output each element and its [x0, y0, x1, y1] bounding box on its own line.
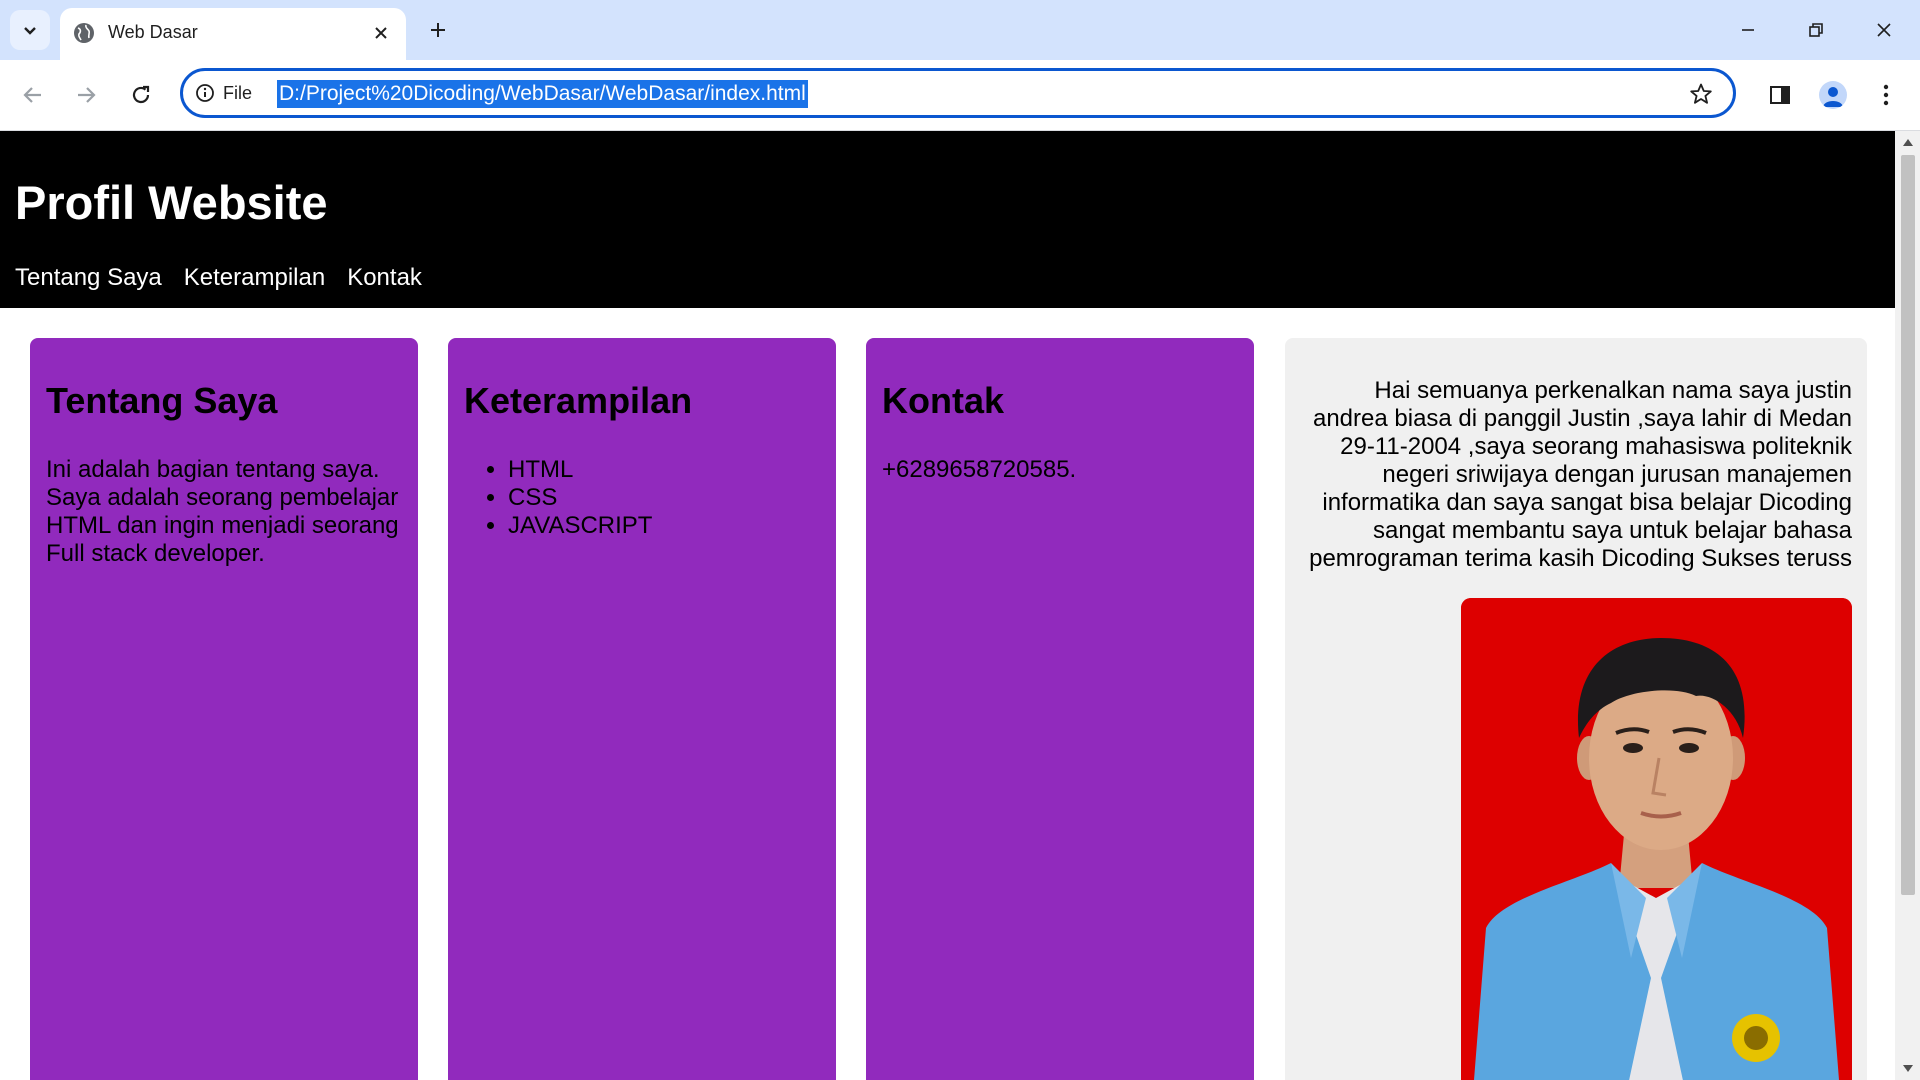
more-vert-icon	[1883, 84, 1889, 106]
close-window-button[interactable]	[1854, 6, 1914, 54]
new-tab-button[interactable]	[420, 12, 456, 48]
contact-phone: +6289658720585.	[882, 456, 1077, 483]
tab-search-button[interactable]	[10, 10, 50, 50]
globe-icon	[74, 23, 94, 43]
triangle-up-icon	[1902, 139, 1913, 146]
forward-button[interactable]	[66, 75, 106, 115]
site-info-button[interactable]: File	[195, 80, 252, 106]
contact-heading: Kontak	[882, 380, 1005, 421]
scroll-thumb[interactable]	[1901, 155, 1915, 895]
skill-item: CSS	[508, 484, 818, 512]
side-panel-icon	[1770, 86, 1790, 104]
browser-menu-button[interactable]	[1866, 75, 1906, 115]
scheme-label: File	[223, 82, 253, 103]
info-icon	[196, 84, 214, 102]
back-arrow-icon	[23, 87, 41, 103]
page-viewport: Profil Website Tentang Saya Keterampilan…	[0, 131, 1895, 1080]
restore-button[interactable]	[1786, 6, 1846, 54]
reload-icon	[132, 85, 150, 104]
skill-item: HTML	[508, 456, 818, 484]
nav-link-tentang-saya[interactable]: Tentang Saya	[15, 264, 162, 292]
skills-list: HTML CSS JAVASCRIPT	[448, 456, 818, 540]
skills-heading: Keterampilan	[464, 380, 693, 421]
nav-link-kontak[interactable]: Kontak	[347, 264, 422, 292]
profile-button[interactable]	[1813, 75, 1853, 115]
profile-description: Hai semuanya perkenalkan nama saya justi…	[1309, 377, 1852, 572]
back-button[interactable]	[13, 75, 53, 115]
tab-strip: Web Dasar	[0, 0, 1920, 60]
skills-card: Keterampilan HTML CSS JAVASCRIPT	[448, 338, 836, 1080]
page-scrollbar[interactable]	[1895, 131, 1920, 1080]
skill-item: JAVASCRIPT	[508, 512, 818, 540]
close-icon	[1877, 23, 1891, 37]
url-text[interactable]: D:/Project%20Dicoding/WebDasar/WebDasar/…	[277, 80, 808, 108]
nav-link-keterampilan[interactable]: Keterampilan	[184, 264, 325, 292]
page-header: Profil Website Tentang Saya Keterampilan…	[0, 131, 1895, 308]
minimize-button[interactable]	[1718, 6, 1778, 54]
triangle-down-icon	[1902, 1065, 1913, 1072]
page-nav: Tentang Saya Keterampilan Kontak	[15, 264, 444, 292]
address-bar[interactable]: File D:/Project%20Dicoding/WebDasar/WebD…	[180, 68, 1736, 118]
active-tab[interactable]: Web Dasar	[60, 8, 406, 60]
profile-icon	[1819, 81, 1847, 109]
minimize-icon	[1742, 29, 1754, 31]
profile-photo	[1461, 598, 1852, 1080]
reload-button[interactable]	[121, 75, 161, 115]
side-panel-button[interactable]	[1760, 75, 1800, 115]
page-title: Profil Website	[15, 176, 328, 229]
forward-arrow-icon	[78, 87, 96, 103]
profile-aside: Hai semuanya perkenalkan nama saya justi…	[1285, 338, 1867, 1080]
bookmark-button[interactable]	[1687, 80, 1715, 108]
browser-toolbar: File D:/Project%20Dicoding/WebDasar/WebD…	[0, 60, 1920, 131]
person-portrait-illustration	[1461, 598, 1852, 1080]
about-heading: Tentang Saya	[46, 380, 278, 421]
skills-list-wrapper: HTML CSS JAVASCRIPT	[448, 456, 818, 540]
star-icon	[1690, 83, 1712, 104]
close-icon	[375, 27, 387, 39]
contact-card: Kontak +6289658720585.	[866, 338, 1254, 1080]
chevron-down-icon	[24, 27, 36, 35]
tab-title: Web Dasar	[108, 22, 198, 42]
plus-icon	[431, 23, 445, 37]
scroll-up-button[interactable]	[1895, 131, 1920, 153]
restore-icon	[1809, 23, 1823, 37]
about-text: Ini adalah bagian tentang saya. Saya ada…	[46, 456, 399, 567]
browser-window: Web Dasar File D:/Project%20Dicoding/Web…	[0, 0, 1920, 1080]
about-card: Tentang Saya Ini adalah bagian tentang s…	[30, 338, 418, 1080]
scroll-down-button[interactable]	[1895, 1058, 1920, 1080]
close-tab-button[interactable]	[366, 18, 396, 48]
